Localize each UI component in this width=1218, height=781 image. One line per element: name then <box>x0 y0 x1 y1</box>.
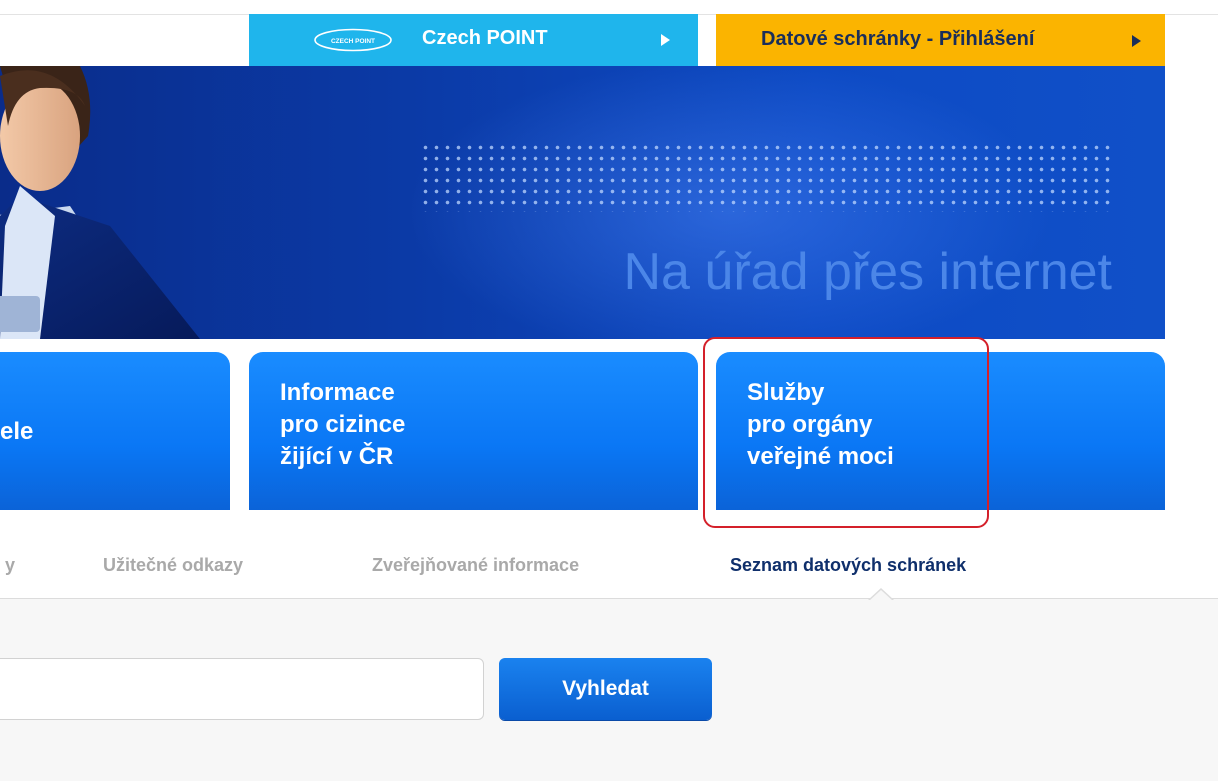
czechpoint-logo-icon: CZECH POINT <box>314 28 392 52</box>
hero-dot-pattern <box>420 142 1110 212</box>
tile-label: Informace pro cizince žijící v ČR <box>280 377 405 473</box>
czechpoint-logo-text: CZECH POINT <box>331 38 375 45</box>
tile-label: Služby pro orgány veřejné moci <box>747 377 894 473</box>
tile-line: pro orgány <box>747 411 873 438</box>
hero-banner: Na úřad přes internet <box>0 66 1165 339</box>
subnav-item-seznam-datovych-schranek[interactable]: Seznam datových schránek <box>730 555 966 576</box>
tile-partial-left[interactable]: ele <box>0 352 230 510</box>
hero-person-image <box>0 66 200 339</box>
tile-line: žijící v ČR <box>280 443 394 470</box>
tile-informace-pro-cizince[interactable]: Informace pro cizince žijící v ČR <box>249 352 698 510</box>
datove-schranky-login-button[interactable]: Datové schránky - Přihlášení <box>716 14 1165 66</box>
hero-slogan: Na úřad přes internet <box>623 243 1113 301</box>
top-border <box>0 0 1218 15</box>
active-tab-pointer-fill <box>869 590 893 601</box>
play-arrow-icon <box>661 34 670 46</box>
tile-line: Informace <box>280 379 395 406</box>
subnav-item-uzitecne-odkazy[interactable]: Užitečné odkazy <box>103 555 243 576</box>
subnav-item-zverejnovane-informace[interactable]: Zveřejňované informace <box>372 555 579 576</box>
play-arrow-icon <box>1132 35 1141 47</box>
datove-schranky-label: Datové schránky - Přihlášení <box>761 28 1035 50</box>
tile-line: ele <box>0 418 34 445</box>
search-input[interactable] <box>0 658 484 720</box>
sub-navigation: y Užitečné odkazy Zveřejňované informace… <box>0 540 1218 598</box>
tile-label: ele <box>0 416 33 448</box>
tile-line: Služby <box>747 379 825 406</box>
tile-sluzby-pro-organy[interactable]: Služby pro orgány veřejné moci <box>716 352 1165 510</box>
tile-line: veřejné moci <box>747 443 894 470</box>
tile-line: pro cizince <box>280 411 406 438</box>
czechpoint-label: Czech POINT <box>422 27 548 49</box>
czechpoint-button[interactable]: CZECH POINT Czech POINT <box>249 14 698 66</box>
search-button[interactable]: Vyhledat <box>499 658 712 720</box>
subnav-item-partial[interactable]: y <box>5 555 15 576</box>
